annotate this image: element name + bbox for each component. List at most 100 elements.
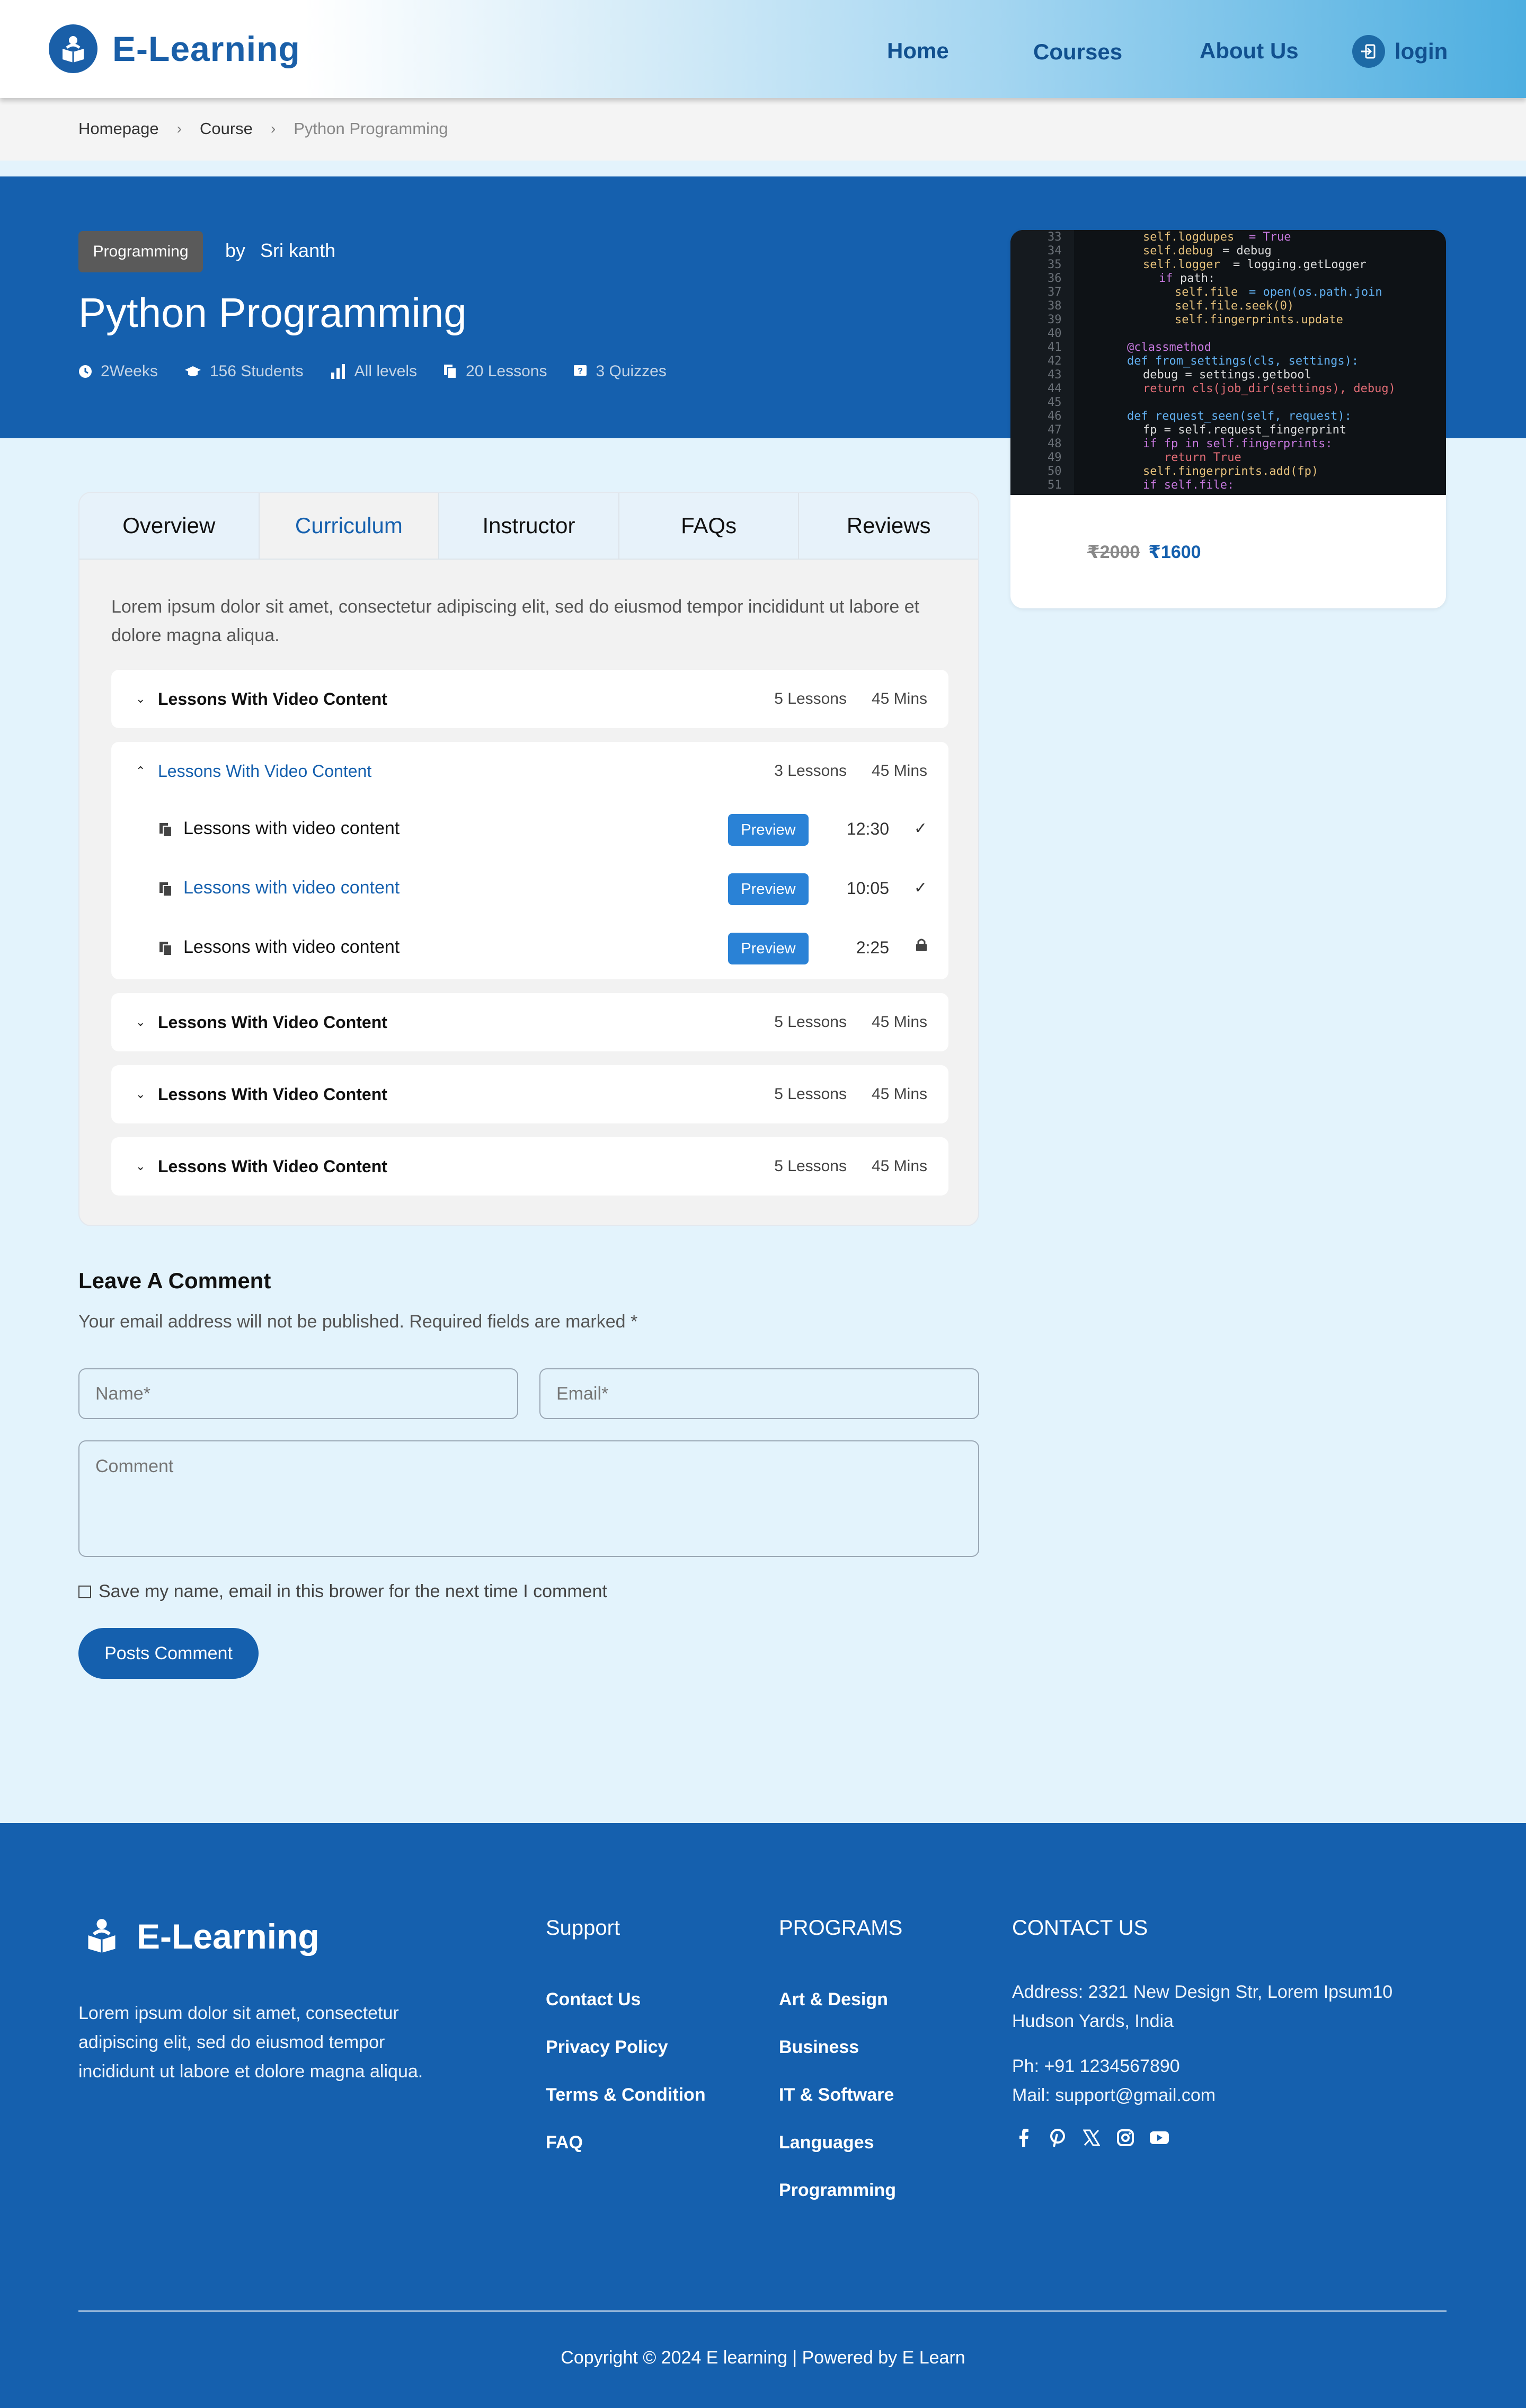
footer-link-languages[interactable]: Languages — [779, 2132, 874, 2153]
footer-link-terms[interactable]: Terms & Condition — [546, 2085, 706, 2105]
footer-link-faq[interactable]: FAQ — [546, 2132, 583, 2153]
name-field[interactable] — [78, 1368, 518, 1419]
preview-button[interactable]: Preview — [728, 873, 809, 905]
lesson-item[interactable]: Lessons with video content Preview 12:30… — [111, 803, 948, 856]
section-lesson-count: 5 Lessons — [774, 1157, 847, 1175]
svg-text:48: 48 — [1048, 437, 1062, 450]
svg-text:47: 47 — [1048, 423, 1062, 437]
svg-text:38: 38 — [1048, 299, 1062, 313]
footer-mail[interactable]: Mail: support@gmail.com — [1012, 2081, 1216, 2110]
svg-text:49: 49 — [1048, 451, 1062, 464]
post-comment-button[interactable]: Posts Comment — [78, 1628, 259, 1679]
breadcrumb: Homepage › Course › Python Programming — [78, 119, 448, 138]
footer-link-business[interactable]: Business — [779, 2037, 859, 2058]
svg-text:return True: return True — [1164, 451, 1241, 464]
lesson-title[interactable]: Lessons with video content — [183, 878, 400, 898]
preview-button[interactable]: Preview — [728, 933, 809, 964]
tab-curriculum[interactable]: Curriculum — [259, 493, 440, 559]
nav-courses[interactable]: Courses — [1033, 39, 1122, 65]
comment-textarea[interactable] — [78, 1440, 979, 1557]
file-icon — [159, 882, 173, 899]
x-icon[interactable] — [1081, 2127, 1102, 2148]
course-thumbnail: 33 34 35 36 37 38 39 40 41 42 43 44 45 46 47 48 49 50… — [1010, 230, 1446, 495]
lock-icon — [916, 938, 927, 956]
meta-duration: 2Weeks — [78, 362, 158, 380]
section-title: Lessons With Video Content — [158, 1012, 387, 1032]
footer-link-it-software[interactable]: IT & Software — [779, 2085, 894, 2105]
svg-text:@classmethod: @classmethod — [1127, 341, 1211, 354]
reader-logo-icon — [49, 24, 97, 73]
tab-reviews[interactable]: Reviews — [799, 493, 978, 559]
clock-icon — [78, 365, 92, 378]
tab-instructor[interactable]: Instructor — [439, 493, 619, 559]
tab-faqs[interactable]: FAQs — [619, 493, 800, 559]
section-header[interactable]: ⌃ Lessons With Video Content 3 Lessons 4… — [111, 742, 948, 800]
pinterest-icon[interactable] — [1047, 2127, 1068, 2148]
breadcrumb-course[interactable]: Course — [200, 119, 253, 138]
category-badge[interactable]: Programming — [78, 231, 203, 272]
section-lesson-count: 3 Lessons — [774, 762, 847, 780]
youtube-icon[interactable] — [1149, 2127, 1170, 2148]
footer-address: Address: 2321 New Design Str, Lorem Ipsu… — [1012, 1982, 1393, 2031]
section-lesson-count: 5 Lessons — [774, 1013, 847, 1031]
login-button[interactable]: login — [1352, 35, 1448, 68]
footer-link-programming[interactable]: Programming — [779, 2180, 896, 2201]
facebook-icon[interactable] — [1013, 2127, 1034, 2148]
footer-brand[interactable]: E-Learning — [85, 1916, 320, 1956]
footer-link-art-design[interactable]: Art & Design — [779, 1989, 888, 2010]
meta-quizzes: ? 3 Quizzes — [573, 362, 667, 380]
lesson-duration: 2:25 — [856, 938, 889, 957]
lesson-title[interactable]: Lessons with video content — [183, 937, 400, 958]
breadcrumb-homepage[interactable]: Homepage — [78, 119, 159, 138]
course-author: by Sri kanth — [225, 240, 335, 262]
section-title: Lessons With Video Content — [158, 689, 387, 709]
save-info-checkbox[interactable] — [78, 1585, 91, 1598]
curriculum-section-open[interactable]: ⌃ Lessons With Video Content 3 Lessons 4… — [111, 742, 948, 979]
nav-home[interactable]: Home — [887, 38, 949, 64]
lesson-item[interactable]: Lessons with video content Preview 10:05… — [111, 863, 948, 916]
course-tabs: Overview Curriculum Instructor FAQs Revi… — [79, 493, 978, 560]
curriculum-section[interactable]: ⌄ Lessons With Video Content 5 Lessons 4… — [111, 670, 948, 728]
login-label: login — [1395, 39, 1448, 64]
svg-text:46: 46 — [1048, 410, 1062, 423]
social-links — [1013, 2127, 1183, 2148]
curriculum-section[interactable]: ⌄ Lessons With Video Content 5 Lessons 4… — [111, 1065, 948, 1123]
instagram-icon[interactable] — [1115, 2127, 1136, 2148]
section-lesson-count: 5 Lessons — [774, 1085, 847, 1103]
footer-link-privacy-policy[interactable]: Privacy Policy — [546, 2037, 668, 2058]
site-footer: E-Learning Lorem ipsum dolor sit amet, c… — [0, 1823, 1526, 2408]
instructor-name[interactable]: Sri kanth — [260, 240, 335, 261]
section-header[interactable]: ⌄ Lessons With Video Content 5 Lessons 4… — [111, 1137, 948, 1196]
meta-students-label: 156 Students — [209, 362, 304, 380]
save-info-row[interactable]: Save my name, email in this brower for t… — [78, 1581, 607, 1602]
section-duration: 45 Mins — [871, 1013, 927, 1031]
chevron-down-icon: ⌄ — [136, 692, 146, 705]
svg-text:self.debug: self.debug — [1143, 244, 1213, 258]
preview-button[interactable]: Preview — [728, 814, 809, 846]
section-header[interactable]: ⌄ Lessons With Video Content 5 Lessons 4… — [111, 993, 948, 1051]
brand-logo[interactable]: E-Learning — [49, 24, 300, 73]
tab-overview[interactable]: Overview — [79, 493, 260, 559]
curriculum-section[interactable]: ⌄ Lessons With Video Content 5 Lessons 4… — [111, 993, 948, 1051]
svg-text:35: 35 — [1048, 258, 1062, 271]
lesson-title[interactable]: Lessons with video content — [183, 818, 400, 839]
meta-lessons-label: 20 Lessons — [466, 362, 547, 380]
footer-support-title: Support — [546, 1916, 620, 1940]
section-header[interactable]: ⌄ Lessons With Video Content 5 Lessons 4… — [111, 1065, 948, 1123]
lesson-item[interactable]: Lessons with video content Preview 2:25 — [111, 922, 948, 975]
course-tab-panel: Overview Curriculum Instructor FAQs Revi… — [78, 492, 979, 1226]
footer-link-contact-us[interactable]: Contact Us — [546, 1989, 641, 2010]
svg-text:if: if — [1159, 272, 1173, 285]
curriculum-section[interactable]: ⌄ Lessons With Video Content 5 Lessons 4… — [111, 1137, 948, 1196]
svg-text:36: 36 — [1048, 272, 1062, 285]
svg-text:= open(os.path.join: = open(os.path.join — [1249, 286, 1382, 299]
nav-about-us[interactable]: About Us — [1200, 38, 1299, 64]
reader-logo-icon — [85, 1917, 119, 1956]
email-field[interactable] — [539, 1368, 979, 1419]
section-header[interactable]: ⌄ Lessons With Video Content 5 Lessons 4… — [111, 670, 948, 728]
svg-text:return cls(job_dir(settings),: return cls(job_dir(settings), debug) — [1143, 382, 1396, 395]
copyright: Copyright © 2024 E learning | Powered by… — [561, 2348, 965, 2368]
section-duration: 45 Mins — [871, 690, 927, 707]
footer-description: Lorem ipsum dolor sit amet, consectetur … — [78, 2003, 423, 2082]
comment-subtitle: Your email address will not be published… — [78, 1312, 638, 1332]
